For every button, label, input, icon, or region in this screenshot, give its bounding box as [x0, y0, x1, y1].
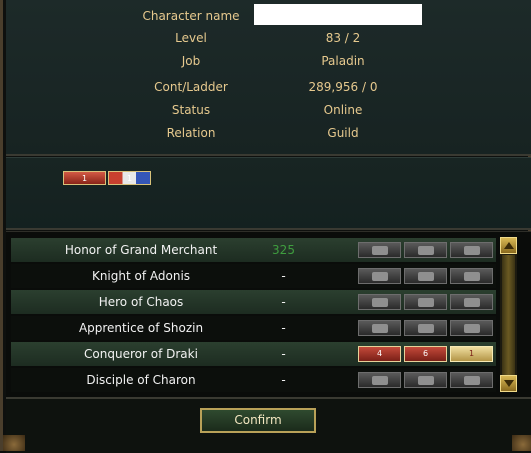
badge-count: 1 — [126, 174, 133, 183]
scroll-track[interactable] — [502, 255, 515, 375]
relation-label: Relation — [166, 126, 216, 140]
scrollbar[interactable] — [500, 237, 517, 392]
slot-icon — [418, 298, 434, 307]
info-row-cont-ladder: Cont/Ladder 289,956 / 0 — [6, 76, 531, 98]
scroll-down-button[interactable] — [500, 375, 517, 392]
character-info-panel: Character name Level 83 / 2 Job Paladin … — [6, 0, 531, 156]
slot-icon — [372, 272, 388, 281]
title-row[interactable]: Disciple of Charon - — [11, 368, 496, 392]
slot-empty[interactable] — [404, 372, 447, 388]
slot-empty[interactable] — [358, 268, 401, 284]
status-value: Online — [323, 103, 363, 117]
slot-icon — [372, 246, 388, 255]
slot-icon — [372, 324, 388, 333]
slot-icon — [418, 376, 434, 385]
title-row[interactable]: Hero of Chaos - — [11, 290, 496, 314]
title-value: - — [281, 373, 286, 387]
title-row[interactable]: Apprentice of Shozin - — [11, 316, 496, 340]
title-slots — [358, 242, 493, 258]
title-name: Conqueror of Draki — [84, 347, 198, 361]
slot-empty[interactable] — [358, 320, 401, 336]
slot-count: 6 — [422, 349, 429, 358]
slot-empty[interactable] — [358, 242, 401, 258]
badge-count: 1 — [81, 174, 88, 183]
slot-empty[interactable] — [450, 320, 493, 336]
frame-corner-ornament — [512, 435, 531, 451]
title-name: Hero of Chaos — [98, 295, 184, 309]
slot-icon — [464, 376, 480, 385]
slot-icon — [464, 246, 480, 255]
slot-empty[interactable] — [358, 372, 401, 388]
badge-panel: 1 1 — [6, 157, 531, 230]
slot-icon — [372, 298, 388, 307]
title-row[interactable]: Knight of Adonis - — [11, 264, 496, 288]
title-badge-tricolor[interactable]: 1 — [108, 171, 151, 185]
slot-empty[interactable] — [404, 320, 447, 336]
title-value: - — [281, 347, 286, 361]
title-slots — [358, 320, 493, 336]
relation-value: Guild — [327, 126, 359, 140]
title-value: 325 — [272, 243, 295, 257]
title-slots — [358, 294, 493, 310]
slot-empty[interactable] — [404, 294, 447, 310]
level-label: Level — [175, 31, 207, 45]
frame-corner-ornament — [3, 435, 25, 451]
title-row[interactable]: Conqueror of Draki - 4 6 1 — [11, 342, 496, 366]
slot-empty[interactable] — [358, 294, 401, 310]
job-label: Job — [181, 54, 201, 68]
footer-bar: Confirm — [6, 397, 531, 453]
job-value: Paladin — [321, 54, 365, 68]
title-slots: 4 6 1 — [358, 346, 493, 362]
scroll-up-button[interactable] — [500, 237, 517, 254]
slot-icon — [418, 246, 434, 255]
info-row-status: Status Online — [6, 99, 531, 121]
info-row-relation: Relation Guild — [6, 122, 531, 144]
title-badge-red[interactable]: 1 — [63, 171, 106, 185]
title-value: - — [281, 269, 286, 283]
title-slots — [358, 268, 493, 284]
title-row[interactable]: Honor of Grand Merchant 325 — [11, 238, 496, 262]
cont-ladder-value: 289,956 / 0 — [308, 80, 378, 94]
character-name-label: Character name — [142, 9, 240, 23]
slot-icon — [372, 376, 388, 385]
slot-count: 1 — [468, 349, 475, 358]
slot-icon — [418, 324, 434, 333]
slot-icon — [464, 298, 480, 307]
level-value: 83 / 2 — [325, 31, 361, 45]
title-name: Apprentice of Shozin — [78, 321, 204, 335]
info-row-level: Level 83 / 2 — [6, 27, 531, 49]
slot-empty[interactable] — [404, 242, 447, 258]
slot-icon — [464, 272, 480, 281]
slot-red[interactable]: 6 — [404, 346, 447, 362]
title-slots — [358, 372, 493, 388]
slot-icon — [418, 272, 434, 281]
slot-empty[interactable] — [450, 268, 493, 284]
cont-ladder-label: Cont/Ladder — [154, 80, 228, 94]
title-name: Disciple of Charon — [86, 373, 196, 387]
slot-empty[interactable] — [450, 242, 493, 258]
confirm-button[interactable]: Confirm — [200, 408, 316, 433]
info-row-job: Job Paladin — [6, 50, 531, 72]
title-list: Honor of Grand Merchant 325 Knight of Ad… — [6, 231, 531, 398]
title-value: - — [281, 295, 286, 309]
arrow-down-icon — [504, 380, 514, 387]
character-name-field — [254, 4, 422, 25]
slot-empty[interactable] — [404, 268, 447, 284]
character-info-window: Character name Level 83 / 2 Job Paladin … — [0, 0, 531, 453]
slot-red[interactable]: 4 — [358, 346, 401, 362]
title-value: - — [281, 321, 286, 335]
slot-empty[interactable] — [450, 372, 493, 388]
slot-count: 4 — [376, 349, 383, 358]
slot-gold[interactable]: 1 — [450, 346, 493, 362]
status-label: Status — [171, 103, 211, 117]
slot-icon — [464, 324, 480, 333]
title-name: Knight of Adonis — [91, 269, 191, 283]
arrow-up-icon — [504, 242, 514, 249]
slot-empty[interactable] — [450, 294, 493, 310]
title-name: Honor of Grand Merchant — [64, 243, 218, 257]
